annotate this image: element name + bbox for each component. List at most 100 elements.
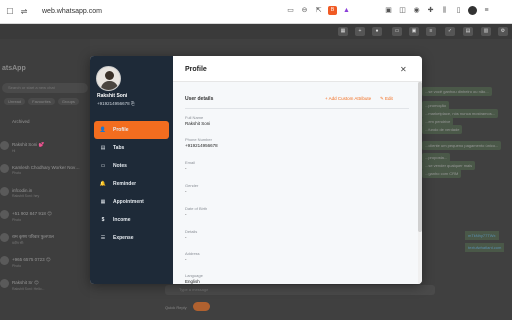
nav-label: Notes — [113, 163, 127, 169]
chat-row[interactable]: +965 6575 0723 😊 Photo — [0, 253, 90, 276]
add-custom-attribute-button[interactable]: + Add Custom Attribute — [325, 96, 371, 101]
chat-row[interactable]: Rakshit Sr 😊 Rakshit Soni: Hello... — [0, 276, 90, 299]
field-label: Date of Birth — [185, 206, 208, 211]
nav-item-tabs[interactable]: ▤ Tabs — [94, 139, 169, 157]
chat-preview: Photo — [12, 171, 22, 175]
zoom-icon[interactable]: ⊖ — [300, 6, 309, 15]
chat-name: +965 6575 0723 😊 — [12, 257, 51, 262]
menu-icon[interactable]: ≡ — [482, 6, 491, 15]
brave-rewards-icon[interactable]: ▲ — [342, 6, 351, 15]
field-value: English — [185, 279, 200, 284]
profile-modal: Rakshit Soni +919214956678 ⎘ 👤 Profile ▤ T… — [90, 56, 422, 284]
copy-icon[interactable]: ⎘ — [131, 101, 135, 106]
bookmark-icon[interactable]: ☐ — [6, 7, 14, 16]
scrollbar[interactable] — [418, 82, 422, 284]
chat-name: infcodin.in — [12, 188, 33, 193]
nav-label: Appointment — [113, 199, 144, 205]
ext-save-icon[interactable]: ▣ — [409, 27, 419, 36]
nav-item-appointment[interactable]: ▦ Appointment — [94, 193, 169, 211]
chat-preview: प्रदीप सी: — [12, 241, 24, 245]
archived-row[interactable]: Archived — [0, 115, 90, 138]
nav-item-notes[interactable]: ▭ Notes — [94, 157, 169, 175]
extension-3-icon[interactable]: ◉ — [412, 6, 421, 15]
ext-circle-icon[interactable]: ● — [372, 27, 382, 36]
contact-name: Rakshit Soni — [97, 93, 128, 99]
field-date-of-birth: Date of Birth - — [185, 206, 207, 217]
message-link[interactable]: mTkNhy77TWx — [465, 231, 499, 240]
edit-button[interactable]: ✎ Edit — [380, 96, 393, 102]
brave-shields-icon[interactable]: B — [328, 6, 337, 15]
contact-phone: +919214956678 ⎘ — [97, 101, 135, 106]
puzzle-icon[interactable]: ✚ — [426, 6, 435, 15]
quick-reply-chip[interactable] — [193, 302, 210, 311]
site-info-icon[interactable]: ⇌ — [20, 7, 28, 16]
calendar-icon: ▦ — [100, 199, 106, 205]
library-icon[interactable]: ⫼ — [440, 6, 449, 15]
field-value: Rakshit Soni — [185, 121, 211, 126]
filter-chip-favourites[interactable]: Favourites — [28, 98, 55, 105]
avatar — [0, 164, 9, 173]
field-email: Email - — [185, 160, 195, 171]
chat-row[interactable]: राम कृष्ण परिवार फुलपाल प्रदीप सी: — [0, 230, 90, 253]
message-link[interactable]: textufwhatlant.com — [465, 243, 505, 252]
field-label: Address — [185, 251, 200, 256]
ext-chat-icon[interactable]: ▭ — [392, 27, 402, 36]
sidebar-icon[interactable]: ▯ — [454, 6, 463, 15]
chat-row[interactable]: +51 902 847 918 😊 Photo — [0, 207, 90, 230]
chat-name: Rakshit Soni 💕 — [12, 142, 45, 147]
nav-item-profile[interactable]: 👤 Profile — [94, 121, 169, 139]
profile-avatar-icon[interactable] — [468, 6, 477, 15]
dollar-icon: $ — [101, 217, 105, 223]
chat-name: +51 902 847 918 😊 — [12, 211, 52, 216]
ext-settings-icon[interactable]: ⚙ — [498, 27, 508, 36]
chat-list: Archived Rakshit Soni 💕 Hi Kamlesh Chodha… — [0, 115, 90, 299]
cast-icon[interactable]: ▭ — [286, 6, 295, 15]
ext-list-icon[interactable]: ≡ — [426, 27, 436, 36]
avatar — [0, 279, 9, 288]
modal-content: Profile ✕ User details + Add Custom Attr… — [173, 56, 422, 284]
pencil-icon: ✎ — [380, 96, 384, 101]
nav-item-reminder[interactable]: 🔔 Reminder — [94, 175, 169, 193]
ext-calendar-icon[interactable]: ▤ — [463, 27, 473, 36]
field-label: Language — [185, 273, 203, 278]
chat-preview: Photo — [12, 218, 22, 222]
browser-toolbar: ☐ ⇌ web.whatsapp.com ▭ ⊖ ⇱ B ▲ ▣ ◫ ◉ ✚ ⫼… — [0, 0, 512, 24]
chat-name: Rakshit Sr 😊 — [12, 280, 39, 285]
close-icon[interactable]: ✕ — [400, 65, 407, 74]
filter-chip-groups[interactable]: Groups — [57, 98, 79, 105]
field-value: - — [185, 166, 187, 171]
extension-2-icon[interactable]: ◫ — [398, 6, 407, 15]
divider — [185, 108, 409, 109]
contact-phone-number: +919214956678 — [97, 101, 130, 106]
message-input[interactable]: Type a message — [165, 285, 435, 295]
ext-doc-icon[interactable]: ▥ — [481, 27, 491, 36]
avatar — [0, 187, 9, 196]
message-bubble: ...ganho com CRM — [422, 169, 462, 178]
avatar — [0, 141, 9, 150]
filter-chip-unread[interactable]: Unread — [4, 98, 26, 105]
nav-item-income[interactable]: $ Income — [94, 211, 169, 229]
ext-check-icon[interactable]: ✓ — [445, 27, 455, 36]
chat-row[interactable]: Kamlesh Chodhary Worker Nov… Photo — [0, 161, 90, 184]
scrollbar-thumb[interactable] — [418, 82, 422, 232]
extension-1-icon[interactable]: ▣ — [384, 6, 393, 15]
chat-list-panel: atsApp Search or start a new chat Unread… — [0, 39, 90, 320]
chat-row[interactable]: Rakshit Soni 💕 Hi — [0, 138, 90, 161]
nav-item-expense[interactable]: ☰ Expense — [94, 229, 169, 247]
list-icon: ☰ — [100, 235, 106, 241]
avatar-body — [101, 81, 118, 90]
browser-right-icons: ▣ ◫ ◉ ✚ ⫼ ▯ ≡ — [384, 6, 491, 15]
chat-search-input[interactable]: Search or start a new chat — [2, 83, 88, 93]
field-full-name: Full Name Rakshit Soni — [185, 115, 210, 126]
extension-toolbar: ▦ + ● ▭ ▣ ≡ ✓ ▤ ▥ ⚙ — [0, 24, 512, 39]
field-label: Gender — [185, 183, 199, 188]
nav-label: Reminder — [113, 181, 137, 187]
address-bar[interactable]: web.whatsapp.com — [42, 8, 232, 15]
ext-plus-icon[interactable]: + — [355, 27, 365, 36]
ext-grid-icon[interactable]: ▦ — [338, 27, 348, 36]
chat-row[interactable]: infcodin.in Rakshit Soni: hey — [0, 184, 90, 207]
chat-name: Kamlesh Chodhary Worker Nov… — [12, 165, 80, 170]
archived-label: Archived — [12, 119, 30, 124]
avatar-head — [105, 71, 114, 80]
share-icon[interactable]: ⇱ — [314, 6, 323, 15]
